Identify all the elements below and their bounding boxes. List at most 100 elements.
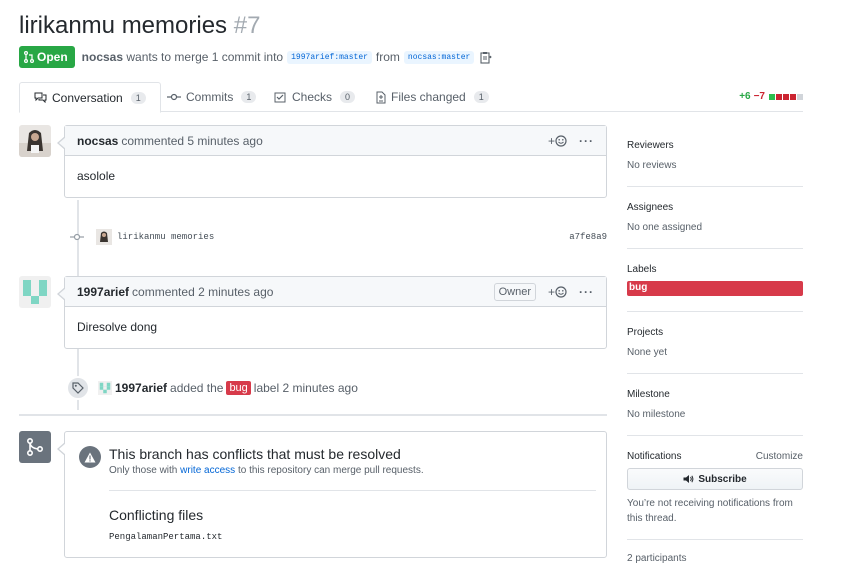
comment-time[interactable]: commented 2 minutes ago: [132, 285, 273, 299]
avatar-1997arief[interactable]: [19, 276, 51, 308]
comment-author[interactable]: nocsas: [77, 134, 118, 148]
unmute-icon: [683, 475, 694, 483]
pr-title: lirikanmu memories #7: [19, 12, 260, 40]
conflicting-files-title: Conflicting files: [109, 507, 204, 523]
sidebar-notifications: Notifications Customize Subscribe You’re…: [627, 451, 803, 526]
commit-avatar[interactable]: [96, 229, 112, 245]
sidebar-projects: Projects None yet: [627, 327, 803, 358]
conflict-sub-suffix: to this repository can merge pull reques…: [237, 465, 424, 476]
labels-title[interactable]: Labels: [627, 264, 803, 275]
tab-counter: 0: [340, 91, 356, 103]
commit-message[interactable]: lirikanmu memories: [117, 232, 214, 242]
event-actor[interactable]: 1997arief: [115, 381, 167, 395]
diffstat-blocks: [768, 93, 803, 100]
tab-label: Commits: [186, 90, 234, 104]
projects-title[interactable]: Projects: [627, 327, 803, 338]
sidebar-milestone: Milestone No milestone: [627, 389, 803, 420]
smiley-icon: [555, 285, 567, 298]
reviewers-title[interactable]: Reviewers: [627, 140, 803, 151]
state-badge: Open: [19, 46, 75, 68]
comment-header: 1997arief commented 2 minutes ago Owner …: [65, 277, 606, 307]
projects-value: None yet: [627, 347, 668, 358]
file-diff-icon: [376, 91, 386, 104]
sidebar-separator: [627, 186, 803, 187]
conflict-sub-prefix: Only those with: [109, 465, 178, 476]
smiley-icon: [555, 134, 567, 147]
deletions: −7: [753, 91, 765, 102]
git-merge-icon: [19, 431, 51, 463]
milestone-value: No milestone: [627, 409, 686, 420]
customize-link[interactable]: Customize: [756, 451, 803, 462]
tag-icon: [66, 376, 90, 400]
avatar-nocsas[interactable]: [19, 125, 51, 157]
comment-header: nocsas commented 5 minutes ago + ···: [65, 126, 606, 156]
git-commit-icon: [167, 93, 181, 101]
tab-files-changed[interactable]: Files changed 1: [376, 82, 489, 112]
tab-counter: 1: [130, 91, 146, 104]
merge-status-box: This branch has conflicts that must be r…: [57, 431, 607, 558]
merge-text: wants to merge 1 commit into: [126, 50, 284, 64]
tab-checks[interactable]: Checks 0: [274, 82, 356, 112]
tab-label: Checks: [292, 90, 333, 104]
comment-body: asolole: [77, 169, 116, 183]
add-reaction-button[interactable]: +: [548, 285, 567, 299]
bug-label[interactable]: bug: [226, 381, 251, 395]
comment-time[interactable]: commented 5 minutes ago: [121, 134, 262, 148]
event-suffix: label 2 minutes ago: [253, 381, 358, 395]
label-event: 1997arief added the bug label 2 minutes …: [66, 376, 358, 400]
comment-card: nocsas commented 5 minutes ago + ··· aso…: [57, 125, 607, 198]
milestone-title[interactable]: Milestone: [627, 389, 803, 400]
event-avatar[interactable]: [98, 381, 112, 395]
participants-count: 2 participants: [627, 553, 687, 564]
checklist-icon: [274, 92, 287, 103]
sidebar-reviewers: Reviewers No reviews: [627, 140, 803, 171]
assignees-value: No one assigned: [627, 222, 703, 233]
reviewers-value: No reviews: [627, 160, 677, 171]
git-pull-request-icon: [24, 51, 34, 63]
head-branch[interactable]: nocsas:master: [403, 50, 475, 64]
tab-label: Files changed: [391, 90, 466, 104]
comment-author[interactable]: 1997arief: [77, 285, 129, 299]
tab-label: Conversation: [52, 90, 123, 105]
tab-conversation[interactable]: Conversation 1: [19, 82, 161, 113]
assignees-title[interactable]: Assignees: [627, 202, 803, 213]
clipboard-icon[interactable]: [480, 51, 493, 64]
sidebar-separator: [627, 311, 803, 312]
sidebar-participants: 2 participants: [627, 553, 803, 564]
comment-body: Diresolve dong: [77, 320, 158, 334]
from-text: from: [375, 50, 400, 64]
pr-author[interactable]: nocsas: [82, 50, 123, 64]
sidebar-assignees: Assignees No one assigned: [627, 202, 803, 233]
add-reaction-button[interactable]: +: [548, 134, 567, 148]
state-label: Open: [37, 50, 68, 64]
sidebar-separator: [627, 248, 803, 249]
more-options-icon[interactable]: ···: [579, 285, 594, 299]
tab-commits[interactable]: Commits 1: [167, 82, 257, 112]
conflicting-file: PengalamanPertama.txt: [109, 532, 223, 542]
sidebar-separator: [627, 539, 803, 540]
subscribe-button[interactable]: Subscribe: [627, 468, 803, 490]
base-branch[interactable]: 1997arief:master: [287, 50, 372, 64]
subscribe-label: Subscribe: [698, 473, 747, 485]
alert-icon: [79, 446, 101, 468]
comment-discussion-icon: [34, 92, 47, 103]
pr-title-text: lirikanmu memories: [19, 12, 228, 39]
notification-note: You’re not receiving notifications from …: [627, 498, 793, 524]
conflict-title: This branch has conflicts that must be r…: [109, 446, 401, 462]
tab-counter: 1: [241, 91, 257, 103]
more-options-icon[interactable]: ···: [579, 134, 594, 148]
owner-badge: Owner: [493, 282, 536, 301]
sidebar-bug-label[interactable]: bug: [627, 281, 803, 296]
pr-tabs: Conversation 1 Commits 1 Checks 0 Files …: [19, 82, 803, 113]
event-prefix: added the: [170, 381, 224, 395]
additions: +6: [739, 91, 751, 102]
commit-sha[interactable]: a7fe8a9: [569, 232, 607, 242]
sidebar-separator: [627, 373, 803, 374]
timeline-divider: [19, 414, 607, 416]
tab-counter: 1: [473, 91, 489, 103]
write-access-link[interactable]: write access: [180, 465, 235, 476]
pr-meta: Open nocsas wants to merge 1 commit into…: [19, 46, 493, 68]
diffstat: +6 −7: [739, 91, 803, 102]
commit-row: lirikanmu memories a7fe8a9: [70, 228, 607, 246]
sidebar-labels: Labels bug: [627, 264, 803, 296]
